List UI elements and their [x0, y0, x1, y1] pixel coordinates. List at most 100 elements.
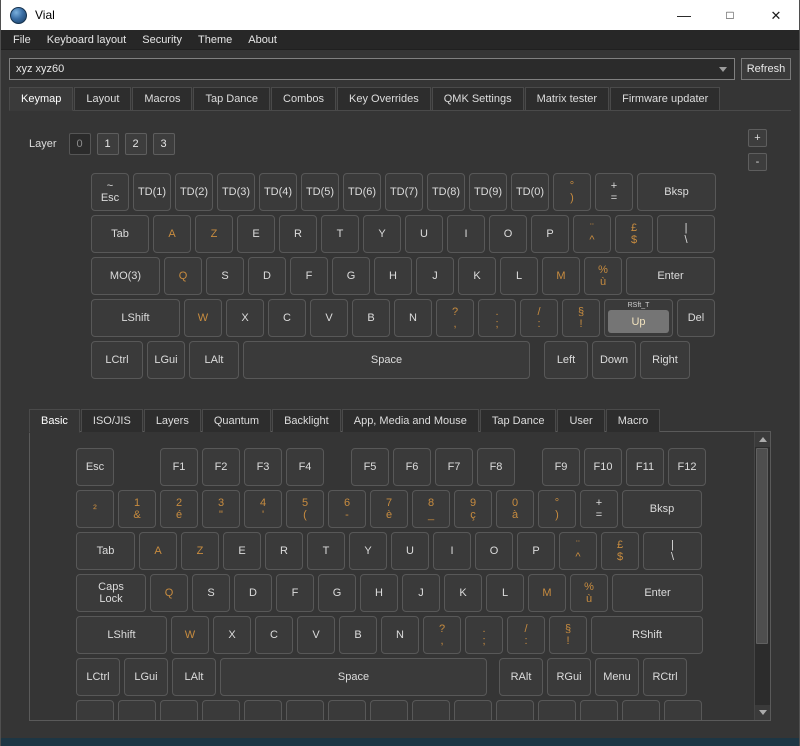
key-v[interactable]: V: [310, 299, 348, 337]
key-c[interactable]: C: [268, 299, 306, 337]
key-blank[interactable]: |\: [657, 215, 715, 253]
key-blank[interactable]: °): [538, 490, 576, 528]
key-ralt[interactable]: RAlt: [499, 658, 543, 696]
key-y[interactable]: Y: [363, 215, 401, 253]
key-f2[interactable]: F2: [202, 448, 240, 486]
tab-tap-dance[interactable]: Tap Dance: [193, 87, 270, 110]
menu-item-theme[interactable]: Theme: [190, 32, 240, 48]
key-f[interactable]: F: [276, 574, 314, 612]
key-td-9[interactable]: TD(9): [469, 173, 507, 211]
layer-button-3[interactable]: 3: [153, 133, 175, 155]
key-menu[interactable]: Menu: [595, 658, 639, 696]
key-a[interactable]: A: [139, 532, 177, 570]
key-tab[interactable]: Tab: [91, 215, 149, 253]
key-8[interactable]: 8_: [412, 490, 450, 528]
key-blank[interactable]: ²: [76, 490, 114, 528]
key-l[interactable]: L: [500, 257, 538, 295]
key-2[interactable]: 2é: [160, 490, 198, 528]
key-f9[interactable]: F9: [542, 448, 580, 486]
key-blank[interactable]: [538, 700, 576, 721]
key-down[interactable]: Down: [592, 341, 636, 379]
key-bksp[interactable]: Bksp: [622, 490, 702, 528]
key-blank[interactable]: [76, 700, 114, 721]
tab-qmk-settings[interactable]: QMK Settings: [432, 87, 524, 110]
key-rgui[interactable]: RGui: [547, 658, 591, 696]
picker-tab-layers[interactable]: Layers: [144, 409, 201, 432]
picker-tab-backlight[interactable]: Backlight: [272, 409, 341, 432]
key-bksp[interactable]: Bksp: [637, 173, 716, 211]
picker-scrollbar[interactable]: [754, 432, 770, 720]
key-td-7[interactable]: TD(7): [385, 173, 423, 211]
key-td-1[interactable]: TD(1): [133, 173, 171, 211]
key-td-5[interactable]: TD(5): [301, 173, 339, 211]
key-d[interactable]: D: [234, 574, 272, 612]
picker-tab-user[interactable]: User: [557, 409, 604, 432]
key-z[interactable]: Z: [181, 532, 219, 570]
key-blank[interactable]: [286, 700, 324, 721]
key-s[interactable]: S: [192, 574, 230, 612]
picker-tab-app-media-and-mouse[interactable]: App, Media and Mouse: [342, 409, 479, 432]
key-f6[interactable]: F6: [393, 448, 431, 486]
key-b[interactable]: B: [352, 299, 390, 337]
key-u[interactable]: U: [405, 215, 443, 253]
key-blank[interactable]: [412, 700, 450, 721]
picker-tab-basic[interactable]: Basic: [29, 409, 80, 433]
key-a[interactable]: A: [153, 215, 191, 253]
key-space[interactable]: Space: [220, 658, 487, 696]
key-td-4[interactable]: TD(4): [259, 173, 297, 211]
key-blank[interactable]: §!: [549, 616, 587, 654]
key-w[interactable]: W: [171, 616, 209, 654]
key-blank[interactable]: [244, 700, 282, 721]
key-td-0[interactable]: TD(0): [511, 173, 549, 211]
key-lshift[interactable]: LShift: [76, 616, 167, 654]
key-1[interactable]: 1&: [118, 490, 156, 528]
layer-button-0[interactable]: 0: [69, 133, 91, 155]
key-blank[interactable]: +=: [580, 490, 618, 528]
key-blank[interactable]: [370, 700, 408, 721]
key-td-3[interactable]: TD(3): [217, 173, 255, 211]
key-v[interactable]: V: [297, 616, 335, 654]
key-esc[interactable]: Esc: [76, 448, 114, 486]
key-blank[interactable]: [118, 700, 156, 721]
key-u[interactable]: U: [391, 532, 429, 570]
key-d[interactable]: D: [248, 257, 286, 295]
key-s[interactable]: S: [206, 257, 244, 295]
key-o[interactable]: O: [475, 532, 513, 570]
key-right[interactable]: Right: [640, 341, 690, 379]
key-enter[interactable]: Enter: [612, 574, 703, 612]
key-k[interactable]: K: [458, 257, 496, 295]
key-f4[interactable]: F4: [286, 448, 324, 486]
key-blank[interactable]: /:: [520, 299, 558, 337]
key-blank[interactable]: [622, 700, 660, 721]
key-blank[interactable]: %ù: [584, 257, 622, 295]
key-p[interactable]: P: [531, 215, 569, 253]
key-enter[interactable]: Enter: [626, 257, 715, 295]
key-blank[interactable]: ¨^: [573, 215, 611, 253]
key-f10[interactable]: F10: [584, 448, 622, 486]
picker-tab-quantum[interactable]: Quantum: [202, 409, 271, 432]
key-blank[interactable]: ¨^: [559, 532, 597, 570]
key-j[interactable]: J: [416, 257, 454, 295]
tab-key-overrides[interactable]: Key Overrides: [337, 87, 431, 110]
minimize-button[interactable]: —: [661, 0, 707, 30]
key-blank[interactable]: [202, 700, 240, 721]
key-rshift[interactable]: RShift: [591, 616, 703, 654]
key-lctrl[interactable]: LCtrl: [76, 658, 120, 696]
key-mo-3[interactable]: MO(3): [91, 257, 160, 295]
key-x[interactable]: X: [213, 616, 251, 654]
key-lshift[interactable]: LShift: [91, 299, 180, 337]
key-5[interactable]: 5(: [286, 490, 324, 528]
key-blank[interactable]: .;: [478, 299, 516, 337]
key-lalt[interactable]: LAlt: [189, 341, 239, 379]
key-b[interactable]: B: [339, 616, 377, 654]
key-blank[interactable]: [160, 700, 198, 721]
key-e[interactable]: E: [223, 532, 261, 570]
key-blank[interactable]: [580, 700, 618, 721]
picker-tab-tap-dance[interactable]: Tap Dance: [480, 409, 557, 432]
key-c[interactable]: C: [255, 616, 293, 654]
key-f1[interactable]: F1: [160, 448, 198, 486]
scroll-down-button[interactable]: [755, 705, 770, 720]
key-lalt[interactable]: LAlt: [172, 658, 216, 696]
tab-firmware-updater[interactable]: Firmware updater: [610, 87, 720, 110]
key-g[interactable]: G: [318, 574, 356, 612]
